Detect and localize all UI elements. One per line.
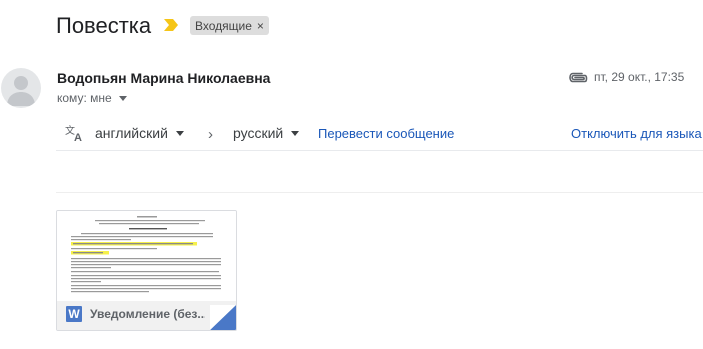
source-language-select[interactable]: английский	[95, 125, 184, 141]
attachment-preview-thumbnail	[57, 211, 236, 301]
label-chip-inbox: Входящие ×	[190, 16, 269, 35]
divider	[56, 192, 703, 193]
email-subject: Повестка	[56, 13, 152, 38]
email-date: пт, 29 окт., 17:35	[594, 70, 685, 84]
chevron-down-icon	[175, 130, 184, 136]
svg-text:A: A	[74, 132, 82, 142]
translate-bar: 文 A английский › русский Перевести сообщ…	[56, 116, 703, 151]
chevron-right-icon: ›	[208, 126, 213, 143]
sender-name[interactable]: Водопьян Марина Николаевна	[57, 70, 270, 86]
avatar[interactable]	[1, 68, 41, 108]
attachment-footer: W Уведомление (без...	[57, 301, 236, 330]
document-fold-corner-icon	[210, 305, 236, 330]
translate-message-link[interactable]: Перевести сообщение	[318, 126, 454, 141]
target-language-select[interactable]: русский	[233, 125, 300, 141]
recipient-text: кому: мне	[57, 91, 112, 105]
chevron-down-icon	[291, 130, 300, 136]
remove-label-button[interactable]: ×	[257, 19, 264, 33]
attachment-card[interactable]: W Уведомление (без...	[56, 210, 237, 331]
word-doc-icon: W	[66, 306, 82, 322]
source-language-label: английский	[95, 125, 168, 141]
recipient-details[interactable]: кому: мне	[57, 91, 127, 105]
paperclip-icon	[569, 72, 588, 83]
attachment-name: Уведомление (без...	[90, 307, 205, 321]
translate-icon: 文 A	[65, 124, 82, 142]
chevron-down-icon[interactable]	[118, 95, 127, 101]
importance-marker-icon[interactable]	[163, 18, 179, 32]
avatar-person-icon	[7, 76, 35, 106]
disable-for-language-link[interactable]: Отключить для языка	[571, 126, 702, 141]
target-language-label: русский	[233, 125, 284, 141]
label-chip-text: Входящие	[195, 18, 252, 33]
